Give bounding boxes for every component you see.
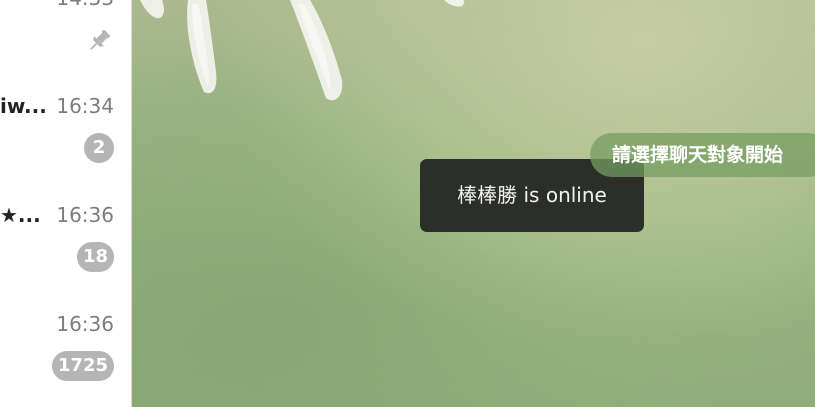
- chat-time: 14:33: [56, 0, 114, 10]
- pin-icon: [90, 29, 111, 50]
- unread-badge: 18: [76, 242, 114, 272]
- flower-petals-decoration: [140, 0, 465, 101]
- chat-name: ★...: [0, 203, 41, 227]
- chat-time: 16:34: [56, 94, 114, 118]
- chat-list-item[interactable]: ★... 16:36 18: [0, 203, 131, 313]
- chat-list: 14:33 iw... 16:34 2 ★... 16:36 18 16:36 …: [0, 0, 131, 407]
- chat-time: 16:36: [56, 312, 114, 336]
- select-chat-hint: 請選擇聊天對象開始: [590, 133, 815, 177]
- chat-name: iw...: [0, 94, 47, 118]
- unread-badge: 1725: [51, 351, 114, 381]
- chat-list-item[interactable]: iw... 16:34 2: [0, 94, 131, 204]
- chat-list-item[interactable]: 14:33: [0, 0, 131, 96]
- chat-time: 16:36: [56, 203, 114, 227]
- chat-background: 棒棒勝 is online: [132, 0, 815, 407]
- unread-badge: 2: [84, 133, 114, 163]
- chat-list-item[interactable]: 16:36 1725: [0, 312, 131, 407]
